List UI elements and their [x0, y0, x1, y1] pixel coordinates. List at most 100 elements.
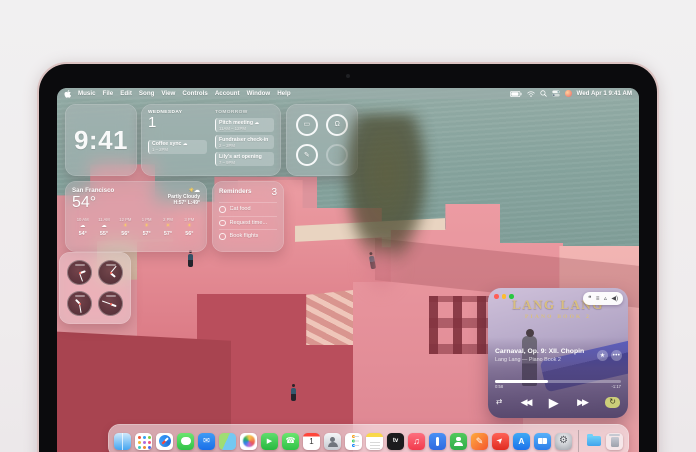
search-icon[interactable] [540, 90, 547, 97]
reminder-checkbox[interactable] [219, 220, 226, 227]
dock-icon-trash[interactable] [606, 433, 623, 450]
battery-ring-laptop: ▭ [296, 114, 318, 136]
calendar-event[interactable]: Pitch meeting ☁ 11AM – 12PM [215, 118, 274, 132]
menu-file[interactable]: File [103, 90, 114, 97]
account-avatar[interactable] [565, 90, 572, 97]
menu-music[interactable]: Music [78, 90, 96, 97]
reminder-item[interactable]: Cat food [219, 202, 277, 216]
music-mini-player[interactable]: LANG LANG PIANO BOOK 2 ❝ ≡ ▵ ◀) Carna [488, 288, 628, 418]
dock-icon-phone[interactable]: ☎ [282, 433, 299, 450]
dock-icon-app-green[interactable] [450, 433, 467, 450]
hour-temp: 56° [115, 231, 136, 237]
calendar-tomorrow-label: TOMORROW [215, 110, 274, 115]
cloud-icon: ☁ [93, 222, 114, 230]
dock-icon-reminders[interactable] [345, 433, 362, 450]
next-button[interactable]: ▶▶ [577, 398, 587, 407]
control-center-icon[interactable] [552, 90, 560, 97]
shuffle-button[interactable]: ⇄ [496, 398, 502, 406]
play-button[interactable]: ▶ [549, 396, 559, 409]
reminders-count-badge: 3 [271, 188, 277, 198]
world-clock-widget[interactable] [59, 252, 131, 324]
calendar-event[interactable]: Lily's art opening 7 – 9PM [215, 152, 274, 166]
reminders-widget[interactable]: Reminders 3 Cat food Request time... Boo… [212, 181, 284, 252]
dock-icon-app-blue[interactable] [429, 433, 446, 450]
clock-city-label [75, 264, 85, 266]
reminder-item[interactable]: Book flights [219, 229, 277, 243]
zoom-button[interactable] [509, 294, 514, 299]
dock-icon-files-folder[interactable] [585, 433, 602, 450]
battery-icon[interactable] [510, 91, 522, 97]
analog-clock [67, 260, 92, 285]
dock-icon-settings[interactable]: ⚙ [555, 433, 572, 450]
dock: ✉ ▶ ☎ 1 tv ♫ ✎ ➤ A ⚙ [108, 424, 629, 452]
clock-city-label [106, 264, 116, 266]
more-options-button[interactable]: ••• [611, 350, 622, 361]
progress-bar[interactable] [495, 380, 621, 383]
dock-icon-music[interactable]: ♫ [408, 433, 425, 450]
dock-icon-contacts[interactable] [324, 433, 341, 450]
dock-icon-launchpad[interactable] [135, 433, 152, 450]
event-time: 1 – 2PM [152, 147, 204, 152]
apple-menu-icon[interactable] [64, 90, 71, 98]
pencil-icon: ✎ [304, 152, 310, 159]
dock-icon-app-red[interactable]: ➤ [492, 433, 509, 450]
menu-help[interactable]: Help [277, 90, 290, 97]
favorite-star-button[interactable]: ★ [597, 350, 608, 361]
reminder-item[interactable]: Request time... [219, 216, 277, 230]
menu-edit[interactable]: Edit [120, 90, 132, 97]
menu-account[interactable]: Account [215, 90, 240, 97]
dock-icon-books[interactable] [534, 433, 551, 450]
airplay-icon[interactable]: ▵ [604, 296, 607, 302]
dock-icon-app-orange[interactable]: ✎ [471, 433, 488, 450]
lyrics-icon[interactable]: ❝ [588, 296, 591, 302]
weather-hi-lo: H:57° L:49° [168, 200, 200, 206]
reminder-label: Book flights [230, 233, 259, 239]
reminders-title: Reminders [219, 188, 252, 195]
cloud-icon: ☁ [183, 141, 188, 146]
dock-icon-mail[interactable]: ✉ [198, 433, 215, 450]
menu-bar-clock[interactable]: Wed Apr 1 9:41 AM [577, 90, 632, 97]
dock-divider [578, 430, 579, 452]
dock-icon-safari[interactable] [156, 433, 173, 450]
previous-button[interactable]: ◀◀ [521, 398, 531, 407]
volume-icon[interactable]: ◀) [611, 296, 618, 302]
menu-controls[interactable]: Controls [182, 90, 207, 97]
close-button[interactable] [494, 294, 499, 299]
music-progress-fill [495, 380, 548, 383]
dock-icon-tv[interactable]: tv [387, 433, 404, 450]
event-time: 11AM – 12PM [219, 126, 271, 131]
window-traffic-lights [494, 294, 514, 299]
sun-icon: ☀ [157, 222, 178, 230]
calendar-widget[interactable]: WEDNESDAY 1 Coffee sync ☁ 1 – 2PM TOMORR… [141, 104, 281, 176]
calendar-event[interactable]: Coffee sync ☁ 1 – 2PM [148, 140, 207, 154]
sun-icon: ☀ [136, 222, 157, 230]
minimize-button[interactable] [502, 294, 507, 299]
cloud-icon: ☁ [254, 120, 259, 125]
reminder-checkbox[interactable] [219, 233, 226, 240]
reminder-checkbox[interactable] [219, 206, 226, 213]
dock-icon-facetime[interactable]: ▶ [261, 433, 278, 450]
dock-icon-calendar[interactable]: 1 [303, 433, 320, 450]
dock-icon-notes[interactable] [366, 433, 383, 450]
dock-icon-messages[interactable] [177, 433, 194, 450]
weather-city: San Francisco [72, 187, 114, 194]
dock-icon-maps[interactable] [219, 433, 236, 450]
dock-icon-photos[interactable] [240, 433, 257, 450]
dock-icon-finder[interactable] [114, 433, 131, 450]
calendar-event[interactable]: Fundraiser check-in 2 – 3PM [215, 135, 274, 149]
menu-song[interactable]: Song [139, 90, 154, 97]
event-title: Pitch meeting [219, 120, 253, 126]
analog-clock [67, 291, 92, 316]
queue-icon[interactable]: ≡ [596, 296, 600, 302]
menu-view[interactable]: View [161, 90, 175, 97]
weather-widget[interactable]: San Francisco 54° ☀☁ Partly Cloudy H:57°… [65, 181, 207, 252]
wifi-icon[interactable] [527, 91, 535, 97]
dock-icon-app-store[interactable]: A [513, 433, 530, 450]
headphones-icon: Ω [335, 121, 340, 128]
player-toolbar: ❝ ≡ ▵ ◀) [583, 292, 623, 305]
clock-widget[interactable]: 9:41 [65, 104, 137, 176]
cloud-icon: ☁ [72, 222, 93, 230]
menu-window[interactable]: Window [247, 90, 271, 97]
repeat-button[interactable]: ↻ [605, 397, 620, 408]
hour-temp: 54° [72, 231, 93, 237]
